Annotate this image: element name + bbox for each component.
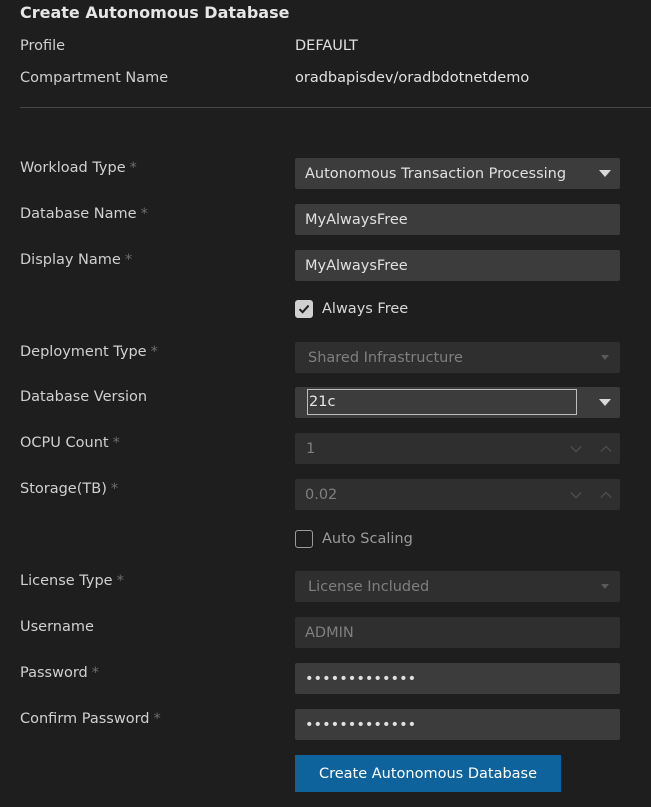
password-value: ••••••••••••• [305, 670, 417, 687]
username-label: Username [20, 619, 94, 635]
confirm-password-value: ••••••••••••• [305, 716, 417, 733]
required-marker: * [140, 206, 148, 222]
workload-type-label-text: Workload Type [20, 160, 126, 176]
chevron-down-icon [570, 489, 582, 501]
always-free-checkbox[interactable] [295, 300, 313, 318]
chevron-down-icon[interactable] [599, 399, 611, 406]
required-marker: * [153, 711, 161, 727]
required-marker: * [116, 573, 124, 589]
confirm-password-label: Confirm Password * [20, 711, 161, 727]
deployment-type-value: Shared Infrastructure [308, 349, 463, 366]
workload-type-select[interactable]: Autonomous Transaction Processing [295, 158, 620, 189]
database-name-input[interactable]: MyAlwaysFree [295, 204, 620, 235]
password-label: Password * [20, 665, 99, 681]
database-version-label: Database Version [20, 389, 148, 405]
ocpu-count-label: OCPU Count * [20, 435, 120, 451]
license-type-select: License Included [295, 571, 620, 602]
chevron-down-icon [599, 170, 611, 177]
display-name-label: Display Name * [20, 252, 132, 268]
chevron-up-icon [600, 489, 612, 501]
license-type-value: License Included [308, 578, 430, 595]
database-name-value: MyAlwaysFree [305, 211, 408, 228]
confirm-password-label-text: Confirm Password [20, 711, 150, 727]
auto-scaling-checkbox[interactable] [295, 530, 313, 548]
required-marker: * [150, 344, 158, 360]
chevron-down-icon [570, 443, 582, 455]
confirm-password-input[interactable]: ••••••••••••• [295, 709, 620, 740]
license-type-label: License Type * [20, 573, 124, 589]
deployment-type-select: Shared Infrastructure [295, 342, 620, 373]
compartment-value: oradbapisdev/oradbdotnetdemo [295, 70, 530, 86]
ocpu-count-value: 1 [306, 440, 316, 457]
divider [20, 107, 651, 108]
database-name-label-text: Database Name [20, 206, 137, 222]
ocpu-count-label-text: OCPU Count [20, 435, 109, 451]
required-marker: * [112, 435, 120, 451]
password-label-text: Password [20, 665, 88, 681]
compartment-label: Compartment Name [20, 70, 169, 86]
deployment-type-label-text: Deployment Type [20, 344, 147, 360]
always-free-checkbox-row[interactable]: Always Free [295, 300, 408, 318]
license-type-label-text: License Type [20, 573, 113, 589]
auto-scaling-label: Auto Scaling [322, 531, 413, 547]
display-name-label-text: Display Name [20, 252, 121, 268]
display-name-value: MyAlwaysFree [305, 257, 408, 274]
password-input[interactable]: ••••••••••••• [295, 663, 620, 694]
check-icon [298, 304, 310, 314]
required-marker: * [124, 252, 133, 268]
username-placeholder: ADMIN [305, 624, 354, 641]
chevron-down-icon [601, 584, 609, 589]
display-name-input[interactable]: MyAlwaysFree [295, 250, 620, 281]
form-title: Create Autonomous Database [20, 3, 290, 22]
always-free-label: Always Free [322, 301, 409, 317]
storage-stepper: 0.02 [295, 479, 620, 510]
storage-label: Storage(TB) * [20, 481, 118, 497]
ocpu-count-stepper: 1 [295, 433, 620, 464]
database-version-value: 21c [309, 394, 336, 410]
username-input[interactable]: ADMIN [295, 617, 620, 648]
storage-value: 0.02 [305, 486, 338, 503]
required-marker: * [91, 665, 99, 681]
chevron-up-icon [600, 443, 612, 455]
database-name-label: Database Name * [20, 206, 148, 222]
required-marker: * [110, 481, 119, 497]
create-autonomous-database-button[interactable]: Create Autonomous Database [295, 755, 561, 792]
database-version-input[interactable]: 21c [307, 389, 577, 415]
deployment-type-label: Deployment Type * [20, 344, 158, 360]
auto-scaling-checkbox-row[interactable]: Auto Scaling [295, 530, 413, 548]
profile-value: DEFAULT [295, 38, 358, 54]
profile-label: Profile [20, 38, 66, 54]
workload-type-label: Workload Type * [20, 160, 137, 176]
workload-type-value: Autonomous Transaction Processing [305, 165, 567, 182]
required-marker: * [129, 160, 137, 176]
storage-label-text: Storage(TB) [20, 481, 107, 497]
chevron-down-icon [601, 355, 609, 360]
